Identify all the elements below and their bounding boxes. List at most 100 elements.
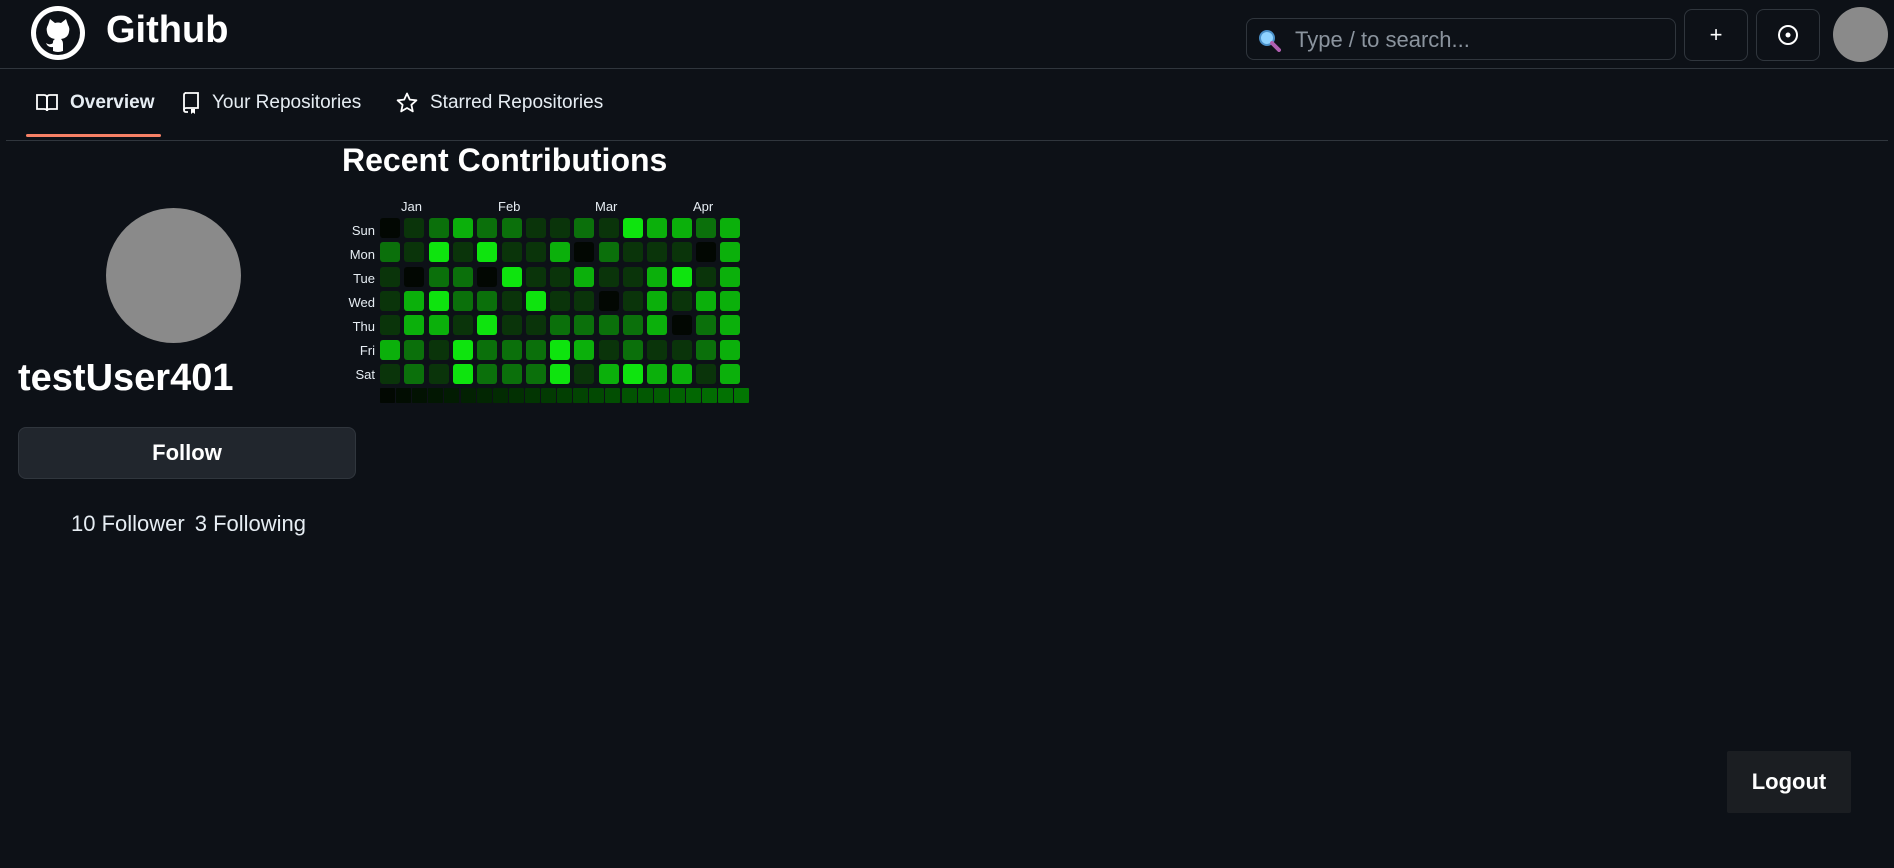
contribution-cell[interactable] — [550, 267, 570, 287]
contribution-cell[interactable] — [672, 291, 692, 311]
search-box[interactable] — [1246, 18, 1676, 60]
contribution-cell[interactable] — [599, 242, 619, 262]
contribution-cell[interactable] — [647, 291, 667, 311]
contribution-cell[interactable] — [380, 218, 400, 238]
contribution-cell[interactable] — [477, 291, 497, 311]
contribution-cell[interactable] — [599, 218, 619, 238]
contribution-cell[interactable] — [672, 218, 692, 238]
contribution-cell[interactable] — [526, 315, 546, 335]
contribution-cell[interactable] — [380, 340, 400, 360]
contribution-cell[interactable] — [404, 364, 424, 384]
contribution-cell[interactable] — [623, 364, 643, 384]
contribution-cell[interactable] — [502, 242, 522, 262]
contribution-cell[interactable] — [647, 340, 667, 360]
contribution-cell[interactable] — [404, 315, 424, 335]
contribution-cell[interactable] — [404, 340, 424, 360]
github-octocat-icon[interactable] — [30, 5, 86, 61]
contribution-cell[interactable] — [696, 267, 716, 287]
contribution-cell[interactable] — [526, 291, 546, 311]
contribution-cell[interactable] — [429, 340, 449, 360]
contribution-cell[interactable] — [453, 340, 473, 360]
contribution-cell[interactable] — [550, 340, 570, 360]
contribution-cell[interactable] — [550, 242, 570, 262]
contribution-cell[interactable] — [477, 315, 497, 335]
contribution-cell[interactable] — [477, 242, 497, 262]
contribution-cell[interactable] — [623, 315, 643, 335]
contribution-cell[interactable] — [720, 364, 740, 384]
contribution-cell[interactable] — [404, 291, 424, 311]
contribution-cell[interactable] — [574, 267, 594, 287]
contribution-cell[interactable] — [672, 340, 692, 360]
contribution-cell[interactable] — [477, 364, 497, 384]
contribution-cell[interactable] — [720, 340, 740, 360]
contribution-cell[interactable] — [623, 267, 643, 287]
contribution-cell[interactable] — [429, 267, 449, 287]
contribution-cell[interactable] — [672, 364, 692, 384]
contribution-cell[interactable] — [453, 291, 473, 311]
contribution-cell[interactable] — [550, 364, 570, 384]
contribution-cell[interactable] — [696, 315, 716, 335]
contribution-cell[interactable] — [623, 218, 643, 238]
logout-button[interactable]: Logout — [1727, 751, 1851, 813]
contribution-cell[interactable] — [574, 364, 594, 384]
contribution-cell[interactable] — [672, 315, 692, 335]
contribution-cell[interactable] — [502, 315, 522, 335]
contribution-cell[interactable] — [477, 267, 497, 287]
contribution-cell[interactable] — [647, 267, 667, 287]
contribution-cell[interactable] — [404, 242, 424, 262]
contribution-cell[interactable] — [404, 218, 424, 238]
contribution-cell[interactable] — [623, 242, 643, 262]
contribution-cell[interactable] — [672, 267, 692, 287]
contribution-cell[interactable] — [599, 364, 619, 384]
following-count[interactable]: 3 Following — [195, 511, 306, 536]
contribution-cell[interactable] — [429, 315, 449, 335]
contribution-cell[interactable] — [550, 315, 570, 335]
contribution-cell[interactable] — [502, 218, 522, 238]
contribution-cell[interactable] — [502, 340, 522, 360]
contribution-cell[interactable] — [599, 267, 619, 287]
contribution-cell[interactable] — [696, 291, 716, 311]
contribution-cell[interactable] — [526, 242, 546, 262]
contribution-cell[interactable] — [453, 218, 473, 238]
contribution-cell[interactable] — [380, 315, 400, 335]
contribution-cell[interactable] — [647, 242, 667, 262]
followers-count[interactable]: 10 Follower — [71, 511, 185, 536]
follow-button[interactable]: Follow — [18, 427, 356, 479]
user-avatar[interactable] — [1833, 7, 1888, 62]
contribution-cell[interactable] — [550, 218, 570, 238]
contribution-cell[interactable] — [574, 218, 594, 238]
contribution-cell[interactable] — [720, 315, 740, 335]
contribution-cell[interactable] — [599, 340, 619, 360]
contribution-cell[interactable] — [429, 218, 449, 238]
contribution-cell[interactable] — [453, 364, 473, 384]
contribution-cell[interactable] — [720, 218, 740, 238]
contribution-cell[interactable] — [647, 364, 667, 384]
contribution-cell[interactable] — [599, 315, 619, 335]
contribution-cell[interactable] — [380, 291, 400, 311]
search-input[interactable] — [1293, 23, 1667, 57]
contribution-cell[interactable] — [502, 291, 522, 311]
contribution-cell[interactable] — [380, 242, 400, 262]
create-new-button[interactable]: + — [1684, 9, 1748, 61]
contribution-cell[interactable] — [380, 364, 400, 384]
contribution-cell[interactable] — [574, 340, 594, 360]
contribution-cell[interactable] — [526, 267, 546, 287]
contribution-cell[interactable] — [550, 291, 570, 311]
contribution-cell[interactable] — [526, 364, 546, 384]
contribution-cell[interactable] — [380, 267, 400, 287]
contribution-cell[interactable] — [647, 315, 667, 335]
tab-overview[interactable]: Overview — [36, 69, 155, 137]
contribution-cell[interactable] — [477, 218, 497, 238]
contribution-cell[interactable] — [574, 315, 594, 335]
contribution-cell[interactable] — [453, 242, 473, 262]
contribution-cell[interactable] — [647, 218, 667, 238]
contribution-cell[interactable] — [502, 364, 522, 384]
tab-starred-repositories[interactable]: Starred Repositories — [396, 69, 603, 137]
tab-your-repositories[interactable]: Your Repositories — [182, 69, 361, 137]
contribution-cell[interactable] — [720, 267, 740, 287]
contribution-cell[interactable] — [623, 340, 643, 360]
contribution-cell[interactable] — [696, 242, 716, 262]
contribution-cell[interactable] — [720, 242, 740, 262]
contribution-cell[interactable] — [453, 315, 473, 335]
contribution-cell[interactable] — [429, 242, 449, 262]
